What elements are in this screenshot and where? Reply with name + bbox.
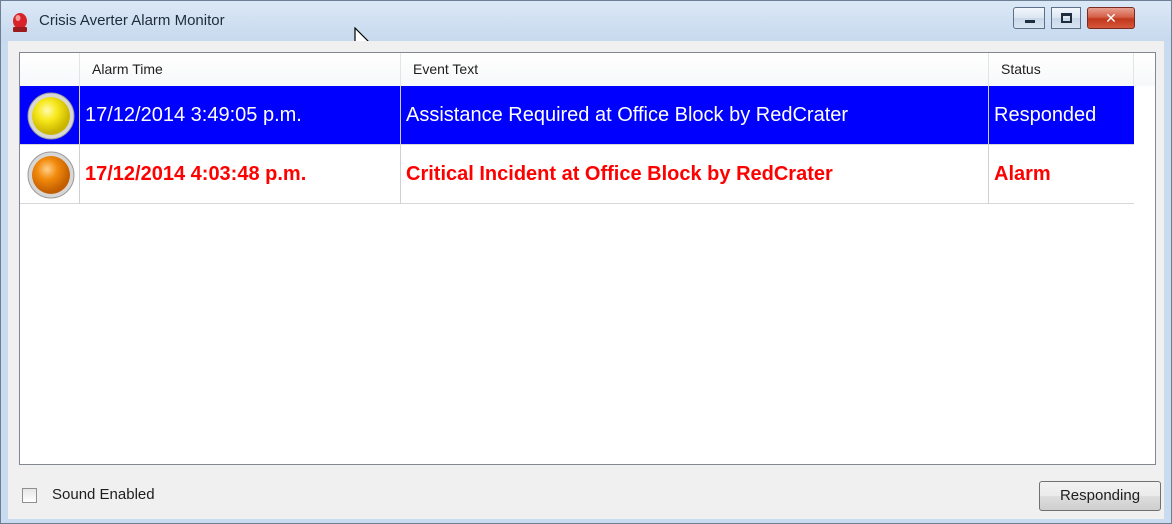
status-cell: Responded xyxy=(994,104,1097,126)
event-text-cell: Critical Incident at Office Block by Red… xyxy=(401,145,989,204)
orange-light-icon xyxy=(27,151,75,199)
event-text-cell: Assistance Required at Office Block by R… xyxy=(401,86,989,145)
window-title: Crisis Averter Alarm Monitor xyxy=(39,12,225,29)
close-button[interactable]: ✕ xyxy=(1087,7,1135,29)
column-header-status[interactable]: Status xyxy=(989,53,1134,86)
responding-button[interactable]: Responding xyxy=(1039,481,1161,511)
alarm-time-cell: 17/12/2014 4:03:48 p.m. xyxy=(80,145,401,204)
yellow-light-icon xyxy=(27,92,75,140)
close-icon: ✕ xyxy=(1105,10,1117,26)
column-header-alarm-time[interactable]: Alarm Time xyxy=(80,53,401,86)
alarm-list[interactable]: Alarm Time Event Text Status 17/12/2014 … xyxy=(19,52,1156,465)
column-header-filler xyxy=(1134,53,1155,86)
table-row[interactable]: 17/12/2014 4:03:48 p.m. Critical Inciden… xyxy=(20,145,1134,204)
alarm-time-cell: 17/12/2014 3:49:05 p.m. xyxy=(80,86,401,145)
minimize-button[interactable] xyxy=(1013,7,1045,29)
sound-enabled-checkbox[interactable] xyxy=(22,488,37,503)
list-header: Alarm Time Event Text Status xyxy=(20,53,1155,86)
maximize-icon xyxy=(1061,13,1072,23)
column-header-event-text[interactable]: Event Text xyxy=(401,53,989,86)
maximize-button[interactable] xyxy=(1051,7,1081,29)
status-cell: Alarm xyxy=(994,163,1051,185)
table-row[interactable]: 17/12/2014 3:49:05 p.m. Assistance Requi… xyxy=(20,86,1134,145)
column-header-icon[interactable] xyxy=(20,53,80,86)
row-icon-cell xyxy=(20,86,80,145)
window-client-area: Alarm Time Event Text Status 17/12/2014 … xyxy=(8,41,1164,519)
minimize-icon xyxy=(1025,20,1035,23)
sound-enabled-label[interactable]: Sound Enabled xyxy=(52,486,155,503)
red-alarm-beacon-icon xyxy=(13,13,27,32)
title-bar[interactable]: Crisis Averter Alarm Monitor ✕ xyxy=(1,1,1171,55)
alarm-monitor-window: Crisis Averter Alarm Monitor ✕ Alarm Tim… xyxy=(0,0,1172,524)
row-icon-cell xyxy=(20,145,80,204)
